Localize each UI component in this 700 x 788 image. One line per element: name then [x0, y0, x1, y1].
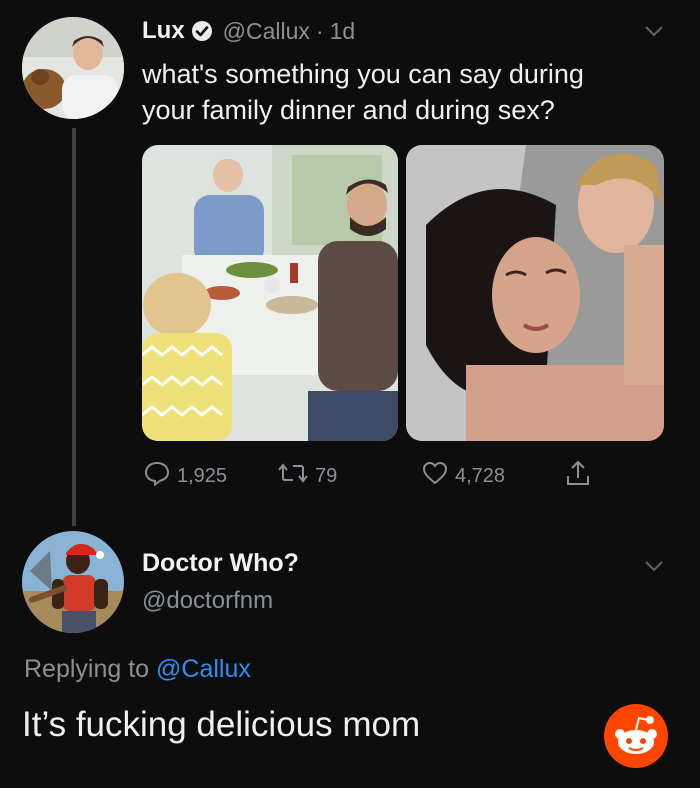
- replying-to-mention[interactable]: @Callux: [156, 655, 251, 683]
- replying-to-label: Replying to: [24, 655, 150, 683]
- reply-count: 1,925: [177, 464, 228, 487]
- reddit-icon: [604, 704, 668, 768]
- verified-badge-icon: [191, 20, 213, 42]
- tweet-time[interactable]: 1d: [330, 18, 356, 45]
- tweet-text-line-2: your family dinner and during sex?: [142, 95, 555, 125]
- share-icon: [564, 458, 592, 494]
- tweet-text: what's something you can say during your…: [142, 56, 682, 128]
- chevron-down-icon[interactable]: [642, 22, 666, 40]
- thread-connector-line: [72, 128, 76, 526]
- reply-author-name[interactable]: Doctor Who?: [142, 549, 299, 578]
- author-handle[interactable]: @Callux: [223, 18, 310, 45]
- chevron-down-icon[interactable]: [642, 557, 666, 575]
- tweet-image-couple[interactable]: [406, 145, 664, 441]
- like-icon: [421, 460, 449, 492]
- tweet-image-family-dinner[interactable]: [142, 145, 398, 441]
- reply-icon: [143, 460, 171, 492]
- lux-avatar[interactable]: [22, 17, 124, 119]
- retweet-action[interactable]: 79: [277, 460, 337, 492]
- retweet-icon: [277, 460, 309, 492]
- reply-action[interactable]: 1,925: [143, 460, 227, 492]
- like-action[interactable]: 4,728: [421, 460, 505, 492]
- tweet-text-line-1: what's something you can say during: [142, 59, 584, 89]
- doctorfnm-avatar[interactable]: [22, 531, 124, 633]
- like-count: 4,728: [455, 464, 506, 487]
- reply-text: It’s fucking delicious mom: [22, 705, 421, 744]
- author-name[interactable]: Lux: [142, 17, 185, 45]
- retweet-count: 79: [315, 464, 338, 487]
- reply-author-handle[interactable]: @doctorfnm: [142, 587, 273, 615]
- replying-to-line: Replying to @Callux: [24, 655, 251, 684]
- handle-time-separator: ·: [315, 17, 324, 44]
- tweet-header: Lux @Callux · 1d: [142, 17, 355, 45]
- share-action[interactable]: [564, 458, 592, 494]
